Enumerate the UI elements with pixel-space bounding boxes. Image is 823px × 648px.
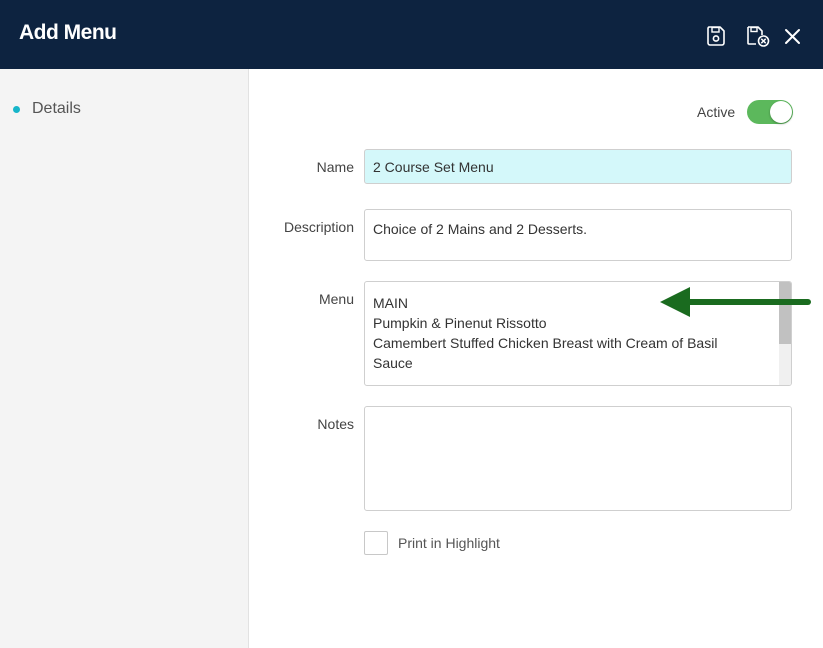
menu-label: Menu xyxy=(318,291,354,307)
sidebar: Details xyxy=(0,69,249,648)
print-in-highlight-label: Print in Highlight xyxy=(398,535,500,551)
sidebar-item-details[interactable]: Details xyxy=(13,100,81,118)
active-label: Active xyxy=(697,104,736,120)
notes-textarea[interactable] xyxy=(364,406,792,511)
save-close-icon[interactable] xyxy=(745,24,771,48)
description-label: Description xyxy=(283,219,354,235)
save-icon[interactable] xyxy=(704,24,728,48)
sidebar-item-label: Details xyxy=(32,100,81,117)
name-label: Name xyxy=(316,159,354,175)
print-in-highlight-checkbox-group[interactable]: Print in Highlight xyxy=(364,531,500,555)
menu-line: Camembert Stuffed Chicken Breast with Cr… xyxy=(373,335,718,351)
annotation-arrow-icon xyxy=(660,287,811,317)
name-field[interactable]: 2 Course Set Menu xyxy=(364,149,792,184)
active-toggle[interactable] xyxy=(747,100,794,124)
page-title: Add Menu xyxy=(19,21,117,44)
bullet-dot-icon xyxy=(13,105,20,113)
toggle-knob xyxy=(770,101,793,123)
print-in-highlight-checkbox[interactable] xyxy=(364,531,388,555)
top-bar: Add Menu xyxy=(0,0,823,69)
active-toggle-group: Active xyxy=(697,100,794,124)
notes-label: Notes xyxy=(317,416,354,432)
close-icon[interactable] xyxy=(782,24,804,48)
menu-line: Sauce xyxy=(373,355,413,371)
description-field[interactable]: Choice of 2 Mains and 2 Desserts. xyxy=(364,209,792,261)
